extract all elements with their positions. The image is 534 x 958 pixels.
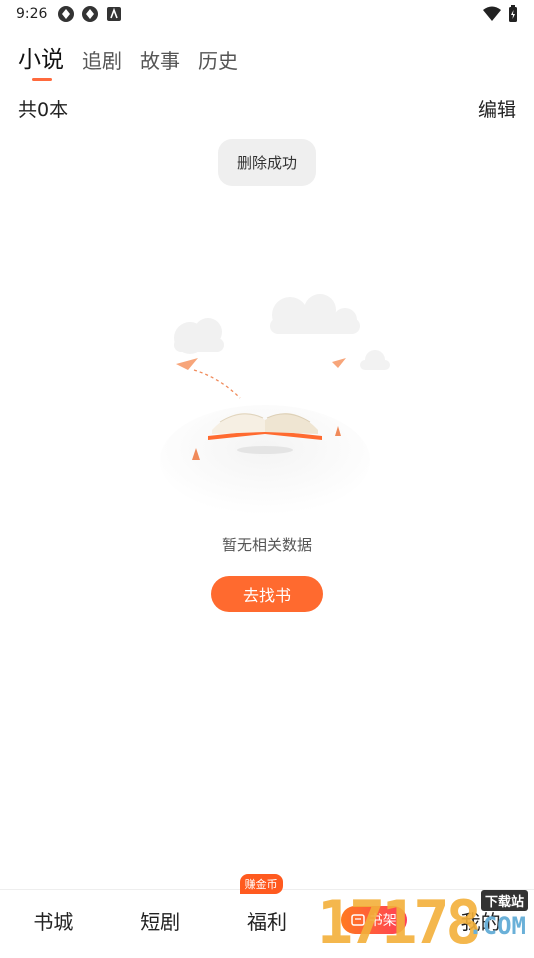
paper-plane-icon xyxy=(176,358,198,370)
tab-history[interactable]: 历史 xyxy=(198,45,238,74)
wifi-icon xyxy=(483,6,501,21)
bookshelf-count-row: 共0本 编辑 xyxy=(18,95,516,122)
toast-message: 删除成功 xyxy=(218,139,316,186)
empty-state-message: 暂无相关数据 xyxy=(221,536,312,554)
edit-button[interactable]: 编辑 xyxy=(478,95,516,122)
cloud-icon xyxy=(174,318,224,354)
earn-coins-badge: 赚金币 xyxy=(239,873,283,894)
nav-welfare-label: 福利 xyxy=(246,909,287,934)
active-tab-indicator xyxy=(32,78,52,81)
status-bar: 9:26 xyxy=(0,0,534,28)
cloud-icon xyxy=(270,294,360,334)
empty-state-illustration xyxy=(160,294,390,515)
cloud-icon xyxy=(360,350,390,370)
tab-story[interactable]: 故事 xyxy=(140,45,180,74)
paper-plane-icon xyxy=(332,358,346,368)
tab-drama[interactable]: 追剧 xyxy=(82,45,122,74)
watermark-number: 17178 xyxy=(317,888,482,958)
status-time: 9:26 xyxy=(16,6,48,22)
flight-path xyxy=(193,369,241,399)
battery-icon xyxy=(509,5,517,22)
site-watermark: 17178 下载站 .COM xyxy=(317,888,532,958)
nav-short-drama[interactable]: 短剧 xyxy=(107,906,214,935)
find-books-button[interactable]: 去找书 xyxy=(211,576,323,612)
book-shadow xyxy=(237,446,293,454)
book-count-label: 共0本 xyxy=(18,98,69,121)
font-notification-icon xyxy=(107,7,122,21)
watermark-tag: 下载站 xyxy=(480,890,528,911)
tab-novel[interactable]: 小说 xyxy=(18,40,64,74)
app-notification-icon xyxy=(82,6,99,22)
nav-short-drama-label: 短剧 xyxy=(140,909,181,934)
nav-bookstore-label: 书城 xyxy=(33,909,74,934)
watermark-suffix: .COM xyxy=(468,912,526,940)
nav-bookstore[interactable]: 书城 xyxy=(0,906,107,935)
app-notification-icon xyxy=(58,6,75,22)
nav-welfare[interactable]: 赚金币 福利 xyxy=(214,873,321,935)
category-tabs: 小说 追剧 故事 历史 xyxy=(18,38,238,74)
